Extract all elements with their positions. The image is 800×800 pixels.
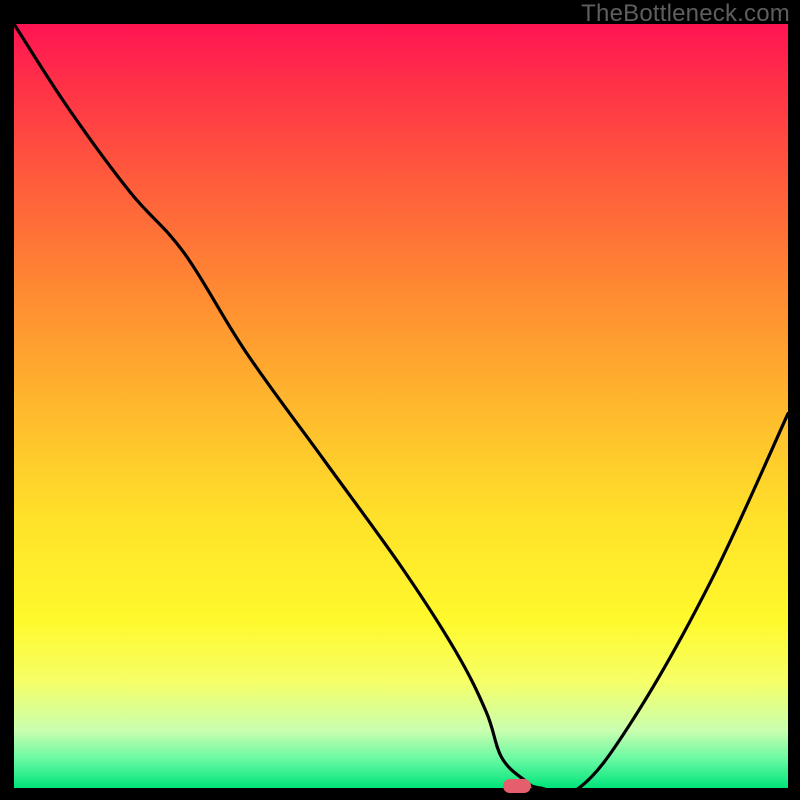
chart-frame: TheBottleneck.com	[0, 0, 800, 800]
plot-area	[14, 24, 788, 788]
bottleneck-curve	[14, 24, 788, 788]
optimal-point-marker	[503, 779, 531, 793]
